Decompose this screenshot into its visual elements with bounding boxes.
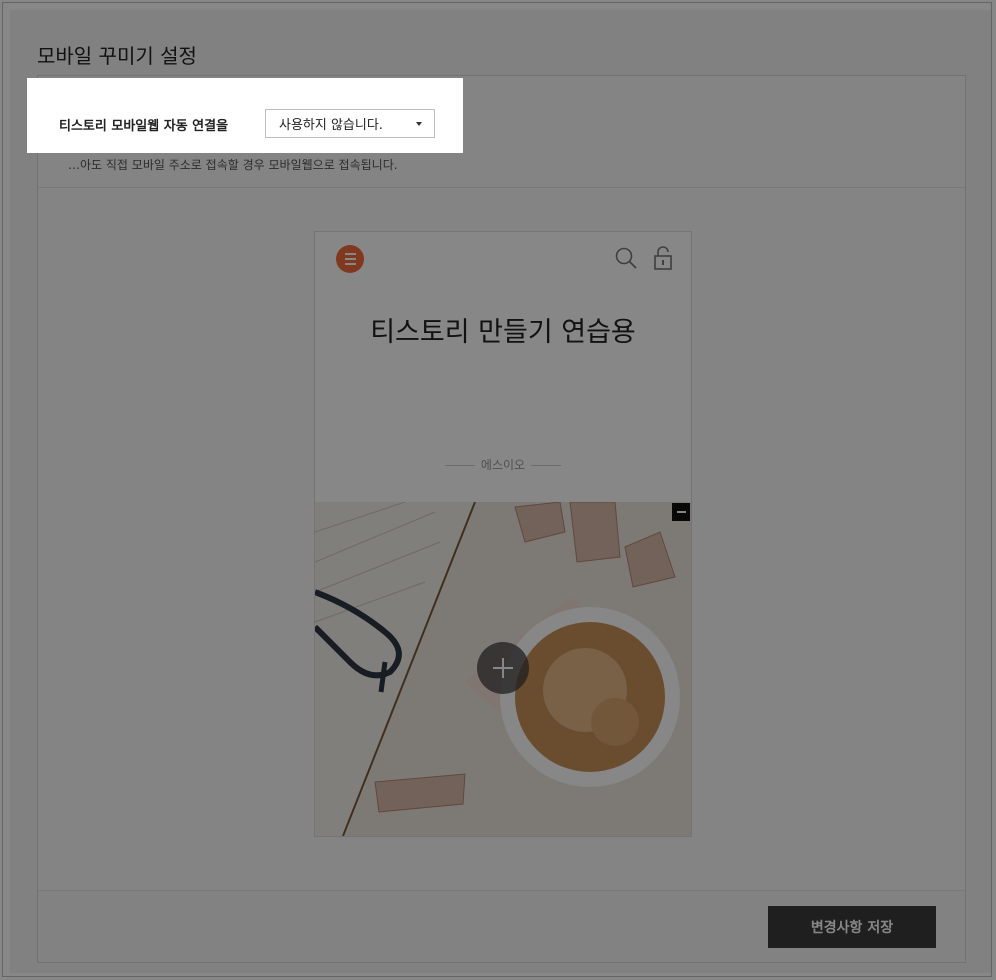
chevron-down-icon (416, 122, 422, 126)
settings-page: 모바일 꾸미기 설정 …아도 직접 모바일 주소로 접속할 경우 모바일웹으로 … (10, 10, 991, 973)
save-changes-button[interactable]: 변경사항 저장 (768, 906, 936, 948)
settings-panel: …아도 직접 모바일 주소로 접속할 경우 모바일웹으로 접속됩니다. 티스토리… (37, 75, 966, 963)
blog-title: 티스토리 만들기 연습용 (370, 317, 636, 348)
auto-connect-highlight: 티스토리 모바일웹 자동 연결을 사용하지 않습니다. (27, 78, 463, 153)
auto-connect-label: 티스토리 모바일웹 자동 연결을 (59, 119, 229, 134)
panel-footer: 변경사항 저장 (38, 890, 965, 962)
blog-author: 에스이오 (315, 456, 691, 473)
remove-icon[interactable] (672, 503, 690, 521)
auto-connect-selected-value: 사용하지 않습니다. (279, 118, 383, 133)
auto-connect-description: …아도 직접 모바일 주소로 접속할 경우 모바일웹으로 접속됩니다. (68, 158, 398, 172)
lock-icon[interactable] (652, 245, 674, 271)
mobile-preview: 티스토리 만들기 연습용 에스이오 (314, 231, 692, 837)
menu-icon[interactable] (336, 245, 364, 273)
search-icon[interactable] (614, 246, 638, 270)
cover-image (315, 502, 691, 836)
auto-connect-select[interactable]: 사용하지 않습니다. (265, 109, 435, 138)
add-icon[interactable] (477, 642, 529, 694)
page-title: 모바일 꾸미기 설정 (37, 44, 197, 68)
divider (38, 187, 965, 188)
author-name: 에스이오 (480, 458, 526, 472)
